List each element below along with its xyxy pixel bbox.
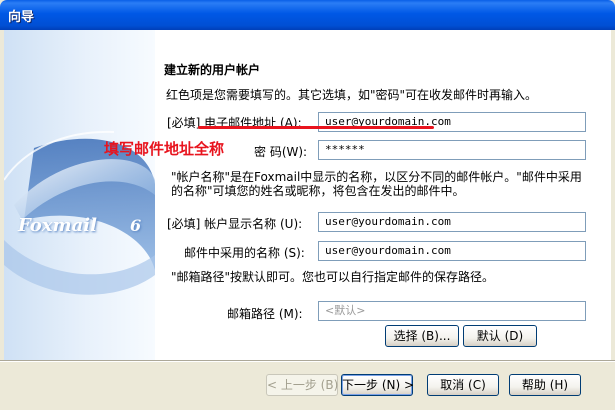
- back-button[interactable]: < 上一步 (B): [266, 374, 338, 396]
- help-button[interactable]: 帮助 (H): [509, 374, 581, 396]
- annotation-text: 填写邮件地址全称: [104, 140, 225, 158]
- mailbox-path-label: 邮箱路径 (M):: [227, 307, 303, 321]
- select-path-button[interactable]: 选择 (B)...: [385, 325, 459, 347]
- mail-name-field[interactable]: user@yourdomain.com: [318, 241, 586, 261]
- display-name-field[interactable]: user@yourdomain.com: [318, 212, 586, 232]
- brand-swirl-graphic: [4, 130, 155, 295]
- intro-text: 红色项是您需要填写的。其它选填，如"密码"可在收发邮件时再输入。: [166, 88, 538, 102]
- password-label: 密 码(W):: [254, 145, 308, 159]
- annotation-underline: [198, 126, 434, 129]
- cancel-button[interactable]: 取消 (C): [427, 374, 499, 396]
- brand-logo-version: 6: [130, 216, 142, 235]
- page-title: 建立新的用户帐户: [164, 63, 261, 77]
- brand-banner: Foxmail 6: [4, 30, 155, 360]
- next-button[interactable]: 下一步 (N) >: [341, 374, 414, 396]
- mailbox-path-field[interactable]: <默认>: [318, 301, 586, 321]
- wizard-content: 建立新的用户帐户 红色项是您需要填写的。其它选填，如"密码"可在收发邮件时再输入…: [155, 30, 611, 360]
- email-field[interactable]: user@yourdomain.com: [318, 112, 586, 132]
- password-field[interactable]: ******: [318, 140, 586, 160]
- mail-name-label: 邮件中采用的名称 (S):: [184, 246, 305, 260]
- display-name-label: [必填] 帐户显示名称 (U):: [167, 217, 303, 231]
- mailbox-path-note: "邮箱路径"按默认即可。您也可以自行指定邮件的保存路径。: [171, 270, 495, 284]
- account-name-note-line2: 的名称"可填您的姓名或昵称，将包含在发出的邮件中。: [171, 184, 465, 198]
- brand-logo-text: Foxmail: [18, 215, 97, 236]
- footer-separator: [0, 360, 615, 362]
- wizard-window: 向导 Foxmail 6 建立新的用户帐户 红色项是您需要填写的。其它选填，如"…: [0, 0, 615, 410]
- default-path-button[interactable]: 默认 (D): [463, 325, 537, 347]
- title-bar[interactable]: 向导: [0, 0, 615, 30]
- window-title: 向导: [8, 10, 35, 25]
